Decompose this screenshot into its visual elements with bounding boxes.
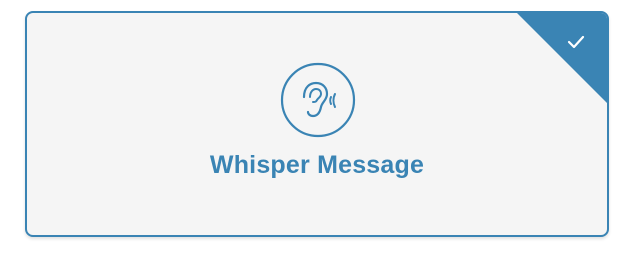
selected-corner-badge <box>517 13 607 103</box>
ear-icon <box>280 62 356 138</box>
whisper-message-option-card[interactable]: Whisper Message <box>25 11 609 237</box>
card-title: Whisper Message <box>209 151 425 179</box>
